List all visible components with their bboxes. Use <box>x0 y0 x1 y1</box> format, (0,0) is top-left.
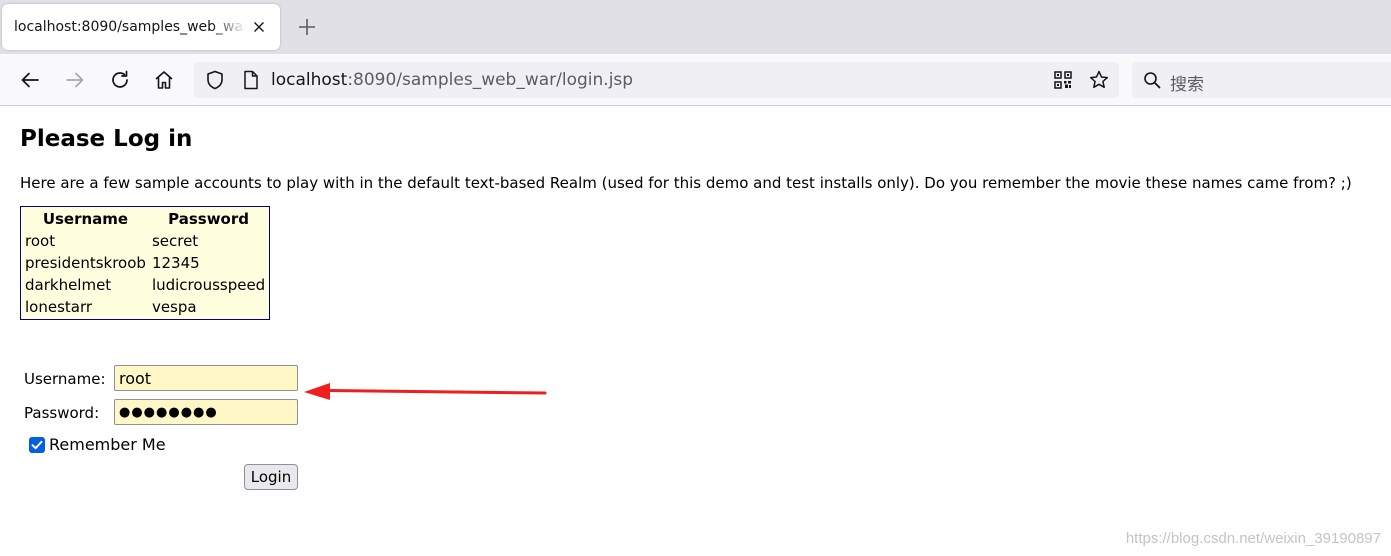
url-text[interactable]: localhost:8090/samples_web_war/login.jsp <box>271 70 633 90</box>
login-button[interactable]: Login <box>244 464 298 490</box>
star-bookmark-icon[interactable] <box>1088 69 1110 91</box>
home-icon[interactable] <box>153 69 175 91</box>
forward-arrow-icon[interactable] <box>64 69 86 91</box>
browser-tab[interactable]: localhost:8090/samples_web_war/login.jsp <box>2 4 280 50</box>
password-cell: secret <box>151 232 199 250</box>
shield-icon[interactable] <box>204 69 226 91</box>
tab-strip: localhost:8090/samples_web_war/login.jsp <box>0 0 1391 54</box>
password-cell: ludicrousspeed <box>151 276 266 294</box>
table-row: lonestarr vespa <box>23 297 267 317</box>
page-content: Please Log in Here are a few sample acco… <box>0 107 1391 556</box>
password-cell: 12345 <box>151 254 200 272</box>
username-cell: darkhelmet <box>25 276 112 294</box>
username-cell: root <box>25 232 56 250</box>
tab-title: localhost:8090/samples_web_war/login.jsp <box>14 19 246 35</box>
username-cell: presidentskroob <box>25 254 146 272</box>
table-header-row: Username Password <box>23 209 267 229</box>
navigation-toolbar: localhost:8090/samples_web_war/login.jsp… <box>0 54 1391 106</box>
page-icon[interactable] <box>240 69 262 91</box>
url-host: localhost <box>271 70 348 90</box>
page-title: Please Log in <box>20 126 193 152</box>
address-bar[interactable]: localhost:8090/samples_web_war/login.jsp <box>194 62 1119 98</box>
back-arrow-icon[interactable] <box>19 69 41 91</box>
sample-accounts-table: Username Password root secret presidents… <box>20 206 271 320</box>
new-tab-icon[interactable] <box>297 17 317 37</box>
search-bar[interactable]: 搜索 <box>1132 62 1391 98</box>
url-path: :8090/samples_web_war/login.jsp <box>347 70 634 90</box>
table-row: presidentskroob 12345 <box>23 253 267 273</box>
search-placeholder: 搜索 <box>1170 75 1204 95</box>
qr-code-icon[interactable] <box>1054 71 1072 89</box>
table-row: darkhelmet ludicrousspeed <box>23 275 267 295</box>
reload-icon[interactable] <box>109 69 131 91</box>
red-arrow-annotation <box>300 379 550 403</box>
column-header-password: Password <box>168 210 249 228</box>
remember-me-label[interactable]: Remember Me <box>49 435 166 454</box>
password-label: Password: <box>24 404 100 422</box>
column-header-username: Username <box>42 210 129 228</box>
password-cell: vespa <box>151 298 197 316</box>
remember-me-checkbox[interactable] <box>29 437 45 453</box>
close-icon[interactable] <box>251 19 267 35</box>
search-icon <box>1143 71 1161 89</box>
username-cell: lonestarr <box>25 298 93 316</box>
intro-text: Here are a few sample accounts to play w… <box>20 174 1352 192</box>
watermark: https://blog.csdn.net/weixin_39190897 <box>1125 530 1381 547</box>
username-label: Username: <box>24 370 106 388</box>
username-field[interactable] <box>114 365 298 391</box>
table-row: root secret <box>23 231 267 251</box>
password-field[interactable] <box>114 399 298 425</box>
